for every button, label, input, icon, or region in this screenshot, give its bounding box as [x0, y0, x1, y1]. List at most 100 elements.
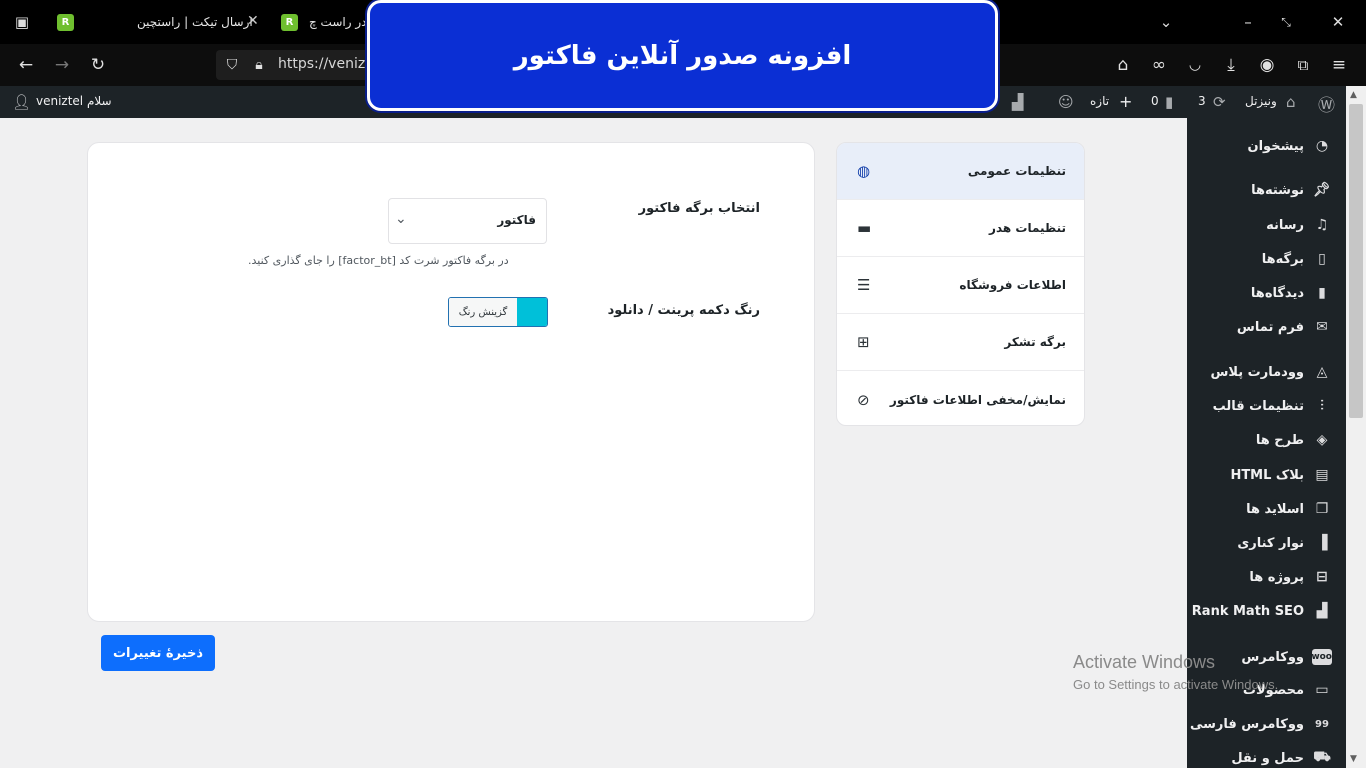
- sidebar-item-theme-settings[interactable]: ⫶ تنظیمات قالب: [1213, 394, 1332, 418]
- sidebar-item-layouts[interactable]: ◈ طرح ها: [1256, 428, 1332, 452]
- sidebar-item-rank-math[interactable]: ▟ Rank Math SEO: [1192, 599, 1332, 623]
- tab-invoice-visibility[interactable]: نمایش/مخفی اطلاعات فاکتور ⊘: [837, 371, 1084, 425]
- forward-icon[interactable]: →: [52, 55, 72, 75]
- html-icon: ▤: [1315, 467, 1329, 483]
- truck-icon: ⛟: [1313, 749, 1331, 765]
- tab-title[interactable]: در راست چ: [309, 15, 366, 29]
- tab-store-info[interactable]: اطلاعات فروشگاه ☰: [837, 257, 1084, 314]
- bot-icon[interactable]: ☺: [1058, 93, 1074, 111]
- home-icon[interactable]: ⌂: [1286, 93, 1296, 111]
- archive-icon: ▭: [1315, 682, 1329, 698]
- sidebar-item-projects[interactable]: ⊟ پروژه ها: [1249, 565, 1332, 589]
- home-icon[interactable]: ⌂: [1113, 55, 1133, 75]
- sidebar-item-label: Rank Math SEO: [1191, 603, 1304, 619]
- tab-title[interactable]: ارسال تیکت | راستچین: [137, 15, 253, 29]
- sidebar-item-label: نوار کناری: [1237, 535, 1304, 551]
- sidebar-item-shipping[interactable]: ⛟ حمل و نقل: [1231, 746, 1332, 768]
- pocket-icon[interactable]: ◡: [1185, 55, 1205, 75]
- shield-icon[interactable]: ⛉: [222, 55, 242, 75]
- sidebar-item-sidebars[interactable]: ▐ نوار کناری: [1237, 531, 1332, 555]
- sidebar-item-label: پیشخوان: [1247, 138, 1305, 154]
- scroll-thumb[interactable]: [1349, 104, 1363, 418]
- chevron-down-icon[interactable]: ⌄: [1156, 12, 1176, 32]
- plus-icon[interactable]: +: [1119, 92, 1132, 111]
- account-icon[interactable]: ◉: [1257, 55, 1277, 75]
- page-scrollbar[interactable]: ▲ ▼: [1346, 86, 1366, 768]
- download-icon[interactable]: ⤓: [1221, 55, 1241, 75]
- mail-icon: ✉: [1316, 319, 1328, 335]
- sidebar-item-label: ووکامرس: [1241, 649, 1304, 665]
- sidebar-item-comments[interactable]: ▮ دیدگاه‌ها: [1251, 281, 1332, 305]
- tab-general-settings[interactable]: تنظیمات عمومی ◍: [837, 143, 1084, 200]
- invoice-page-select[interactable]: فاکتور ⌄: [388, 198, 547, 244]
- back-icon[interactable]: ←: [16, 55, 36, 75]
- media-icon: ♫: [1315, 217, 1329, 233]
- sidebar-item-dashboard[interactable]: ◔ پیشخوان: [1248, 134, 1333, 158]
- close-window-icon[interactable]: ✕: [1328, 12, 1348, 32]
- pin-icon: 📌︎: [1313, 182, 1331, 198]
- sliders-icon: ⫶: [1320, 398, 1324, 414]
- reload-icon[interactable]: ↻: [88, 55, 108, 75]
- scroll-up-icon[interactable]: ▲: [1350, 90, 1357, 100]
- wordpress-logo-icon[interactable]: Ⓦ: [1318, 91, 1335, 116]
- minimize-icon[interactable]: –: [1238, 12, 1258, 32]
- sidebar-item-woocommerce[interactable]: woo ووکامرس: [1241, 645, 1332, 669]
- tab-close-icon[interactable]: ✕: [247, 13, 259, 29]
- sidebar-item-html-block[interactable]: ▤ بلاک HTML: [1230, 463, 1332, 487]
- sidebar-item-media[interactable]: ♫ رسانه: [1266, 213, 1332, 237]
- banner-title: افزونه صدور آنلاین فاکتور: [513, 40, 852, 71]
- tab-list-icon[interactable]: ▣: [12, 12, 32, 32]
- new-content-label[interactable]: تازه: [1090, 94, 1109, 108]
- invoice-page-value: فاکتور: [497, 213, 536, 227]
- invoice-shortcode-hint: در برگه فاکتور شرت کد [factor_bt] را جای…: [248, 254, 509, 267]
- sidebar-item-slides[interactable]: ❐ اسلاید ها: [1246, 497, 1332, 521]
- layers-icon: ◈: [1316, 432, 1328, 448]
- site-name[interactable]: ونیزتل: [1245, 94, 1277, 108]
- admin-greeting[interactable]: سلام veniztel: [36, 94, 112, 108]
- comments-count[interactable]: 0: [1151, 94, 1159, 108]
- sidebar-item-label: حمل و نقل: [1231, 750, 1304, 766]
- sidebar-item-label: وودمارت پلاس: [1210, 364, 1304, 380]
- extensions-icon[interactable]: ⧉: [1293, 55, 1313, 75]
- comment-icon: ▮: [1318, 285, 1326, 301]
- sidebar-item-woodmart-plus[interactable]: ◬ وودمارت پلاس: [1210, 360, 1332, 384]
- tab-header-settings[interactable]: تنظیمات هدر ▬: [837, 200, 1084, 257]
- woodmart-icon: ◬: [1316, 364, 1328, 380]
- tab-label: تنظیمات هدر: [989, 221, 1066, 235]
- gift-icon: ⊞: [857, 333, 870, 351]
- comment-icon[interactable]: ▮: [1165, 93, 1173, 111]
- lock-icon[interactable]: 🔒︎: [249, 55, 269, 75]
- restore-icon[interactable]: ⤡: [1276, 12, 1296, 32]
- woo-fa-icon: 99: [1315, 718, 1329, 730]
- tab-label: برگه تشکر: [1004, 335, 1066, 349]
- updates-icon[interactable]: ⟳: [1213, 93, 1226, 111]
- scroll-down-icon[interactable]: ▼: [1350, 754, 1357, 764]
- sidebar-item-contact-form[interactable]: ✉ فرم تماس: [1237, 315, 1332, 339]
- sidebar-item-label: بلاک HTML: [1230, 467, 1304, 483]
- updates-count[interactable]: 3: [1198, 94, 1206, 108]
- tab-label: اطلاعات فروشگاه: [959, 278, 1066, 292]
- settings-content: انتخاب برگه فاکتور فاکتور ⌄ در برگه فاکت…: [87, 142, 815, 622]
- settings-nav: تنظیمات عمومی ◍ تنظیمات هدر ▬ اطلاعات فر…: [836, 142, 1085, 426]
- sidebar-item-pages[interactable]: ▯ برگه‌ها: [1262, 247, 1332, 271]
- save-changes-button[interactable]: ذخیرهٔ تغییرات: [101, 635, 215, 671]
- sidebar-item-label: اسلاید ها: [1246, 501, 1304, 517]
- url-text[interactable]: https://venizte: [278, 56, 379, 72]
- infinity-icon[interactable]: ∞: [1149, 55, 1169, 75]
- color-picker-button[interactable]: گزینش رنگ: [448, 297, 548, 327]
- activate-windows-subtitle: Go to Settings to activate Windows.: [1073, 677, 1279, 692]
- page-icon: ▯: [1318, 251, 1326, 267]
- eye-slash-icon: ⊘: [857, 390, 870, 409]
- tab-label: تنظیمات عمومی: [967, 164, 1066, 178]
- sidebar-item-woocommerce-farsi[interactable]: 99 ووکامرس فارسی: [1190, 712, 1332, 736]
- sidebar-item-label: رسانه: [1266, 217, 1304, 233]
- button-color-label: رنگ دکمه پرینت / دانلود: [607, 303, 760, 318]
- sidebar-item-label: پروژه ها: [1249, 569, 1304, 585]
- sidebar-item-posts[interactable]: 📌︎ نوشته‌ها: [1251, 178, 1332, 202]
- rankmath-icon[interactable]: ▟: [1012, 93, 1024, 111]
- user-avatar-icon[interactable]: 👤︎: [12, 93, 31, 111]
- sidebar-item-label: نوشته‌ها: [1251, 182, 1304, 198]
- sidebar-icon: ▐: [1316, 535, 1328, 551]
- tab-thank-you-page[interactable]: برگه تشکر ⊞: [837, 314, 1084, 371]
- menu-icon[interactable]: ≡: [1329, 55, 1349, 75]
